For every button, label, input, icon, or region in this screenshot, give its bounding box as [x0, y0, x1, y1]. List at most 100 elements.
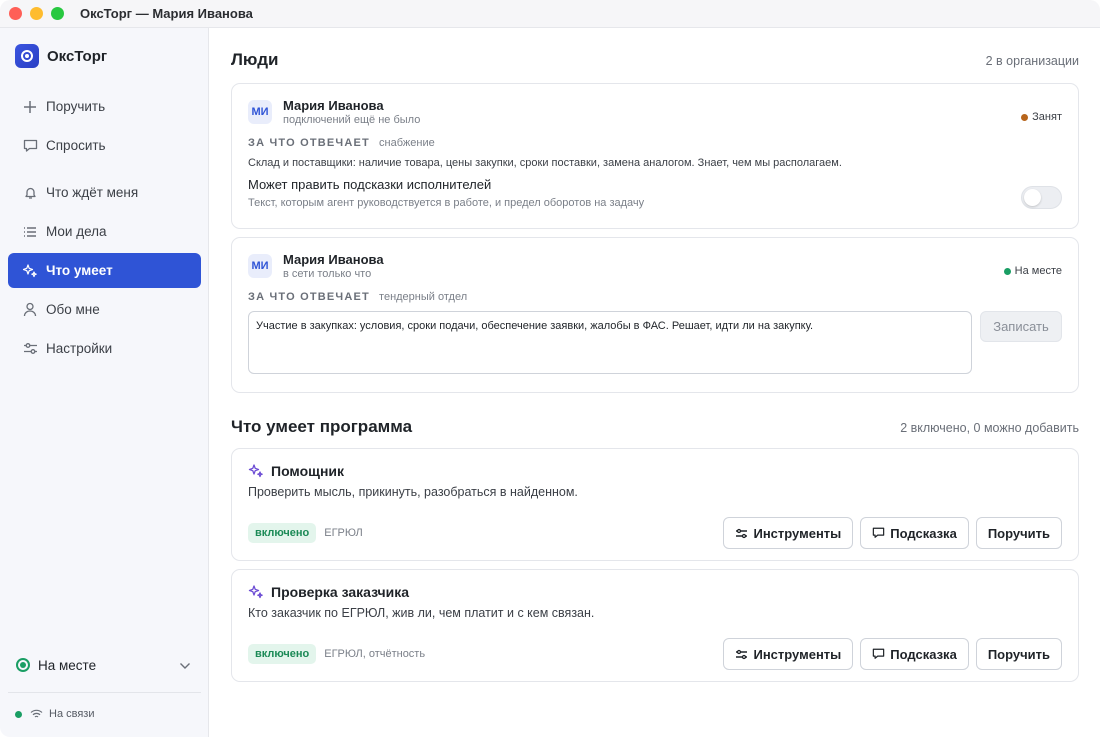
close-window-button[interactable] — [9, 7, 22, 20]
brand-logo-icon — [15, 44, 39, 68]
sidebar-item-label: Что умеет — [46, 263, 113, 278]
person-card: МИ Мария Иванова в сети только что На ме… — [231, 237, 1079, 393]
presence-icon — [16, 658, 30, 672]
hint-button-label: Подсказка — [890, 646, 957, 662]
status-dot-icon — [1021, 113, 1029, 121]
connection-status: На связи — [15, 708, 94, 720]
assign-button[interactable]: Поручить — [975, 638, 1062, 670]
list-icon — [22, 224, 38, 240]
status-badge: На месте — [1003, 265, 1062, 277]
assign-button[interactable]: Поручить — [975, 517, 1062, 549]
hint-button-label: Подсказка — [890, 525, 957, 541]
sidebar-item-settings[interactable]: Настройки — [8, 331, 201, 366]
status-badge-label: На месте — [1014, 265, 1062, 277]
user-icon — [22, 302, 38, 318]
tools-button-label: Инструменты — [753, 646, 842, 662]
status-dot-icon — [1003, 267, 1011, 275]
hint-button[interactable]: Подсказка — [860, 638, 969, 670]
responsibility-textarea[interactable]: Участие в закупках: условия, сроки подач… — [248, 311, 972, 374]
responsibility-value: тендерный отдел — [379, 291, 468, 303]
capability-tags: ЕГРЮЛ — [324, 527, 363, 539]
permission-row: Может править подсказки исполнителей Тек… — [248, 176, 1062, 209]
enabled-badge: включено — [248, 644, 317, 664]
responsibility-label: ЗА ЧТО ОТВЕЧАЕТ — [248, 137, 370, 149]
app-window: ОксТорг — Мария Иванова ОксТорг Поручить… — [0, 0, 1100, 737]
person-card: МИ Мария Иванова подключений ещё не было… — [231, 83, 1079, 229]
status-badge: Занят — [1021, 111, 1062, 123]
responsibility-label: ЗА ЧТО ОТВЕЧАЕТ — [248, 291, 370, 303]
sparkle-icon — [248, 463, 264, 479]
capability-tags: ЕГРЮЛ, отчётность — [324, 648, 426, 660]
person-connection-status: в сети только что — [283, 268, 372, 280]
sliders-icon — [735, 528, 748, 539]
bell-icon — [22, 185, 38, 201]
person-name: Мария Иванова — [283, 98, 384, 113]
people-section-header: Люди 2 в организации — [231, 50, 1079, 70]
sidebar-item-tasks[interactable]: Мои дела — [8, 214, 201, 249]
person-name: Мария Иванова — [283, 252, 384, 267]
chevron-down-icon — [179, 658, 191, 673]
wifi-icon — [30, 709, 43, 719]
sidebar-item-assign[interactable]: Поручить — [8, 89, 201, 124]
chat-icon — [872, 648, 885, 660]
save-button[interactable]: Записать — [980, 311, 1062, 342]
avatar: МИ — [248, 100, 272, 124]
main-content: Люди 2 в организации МИ Мария Иванова по… — [209, 28, 1100, 737]
avatar: МИ — [248, 254, 272, 278]
sidebar-item-waiting[interactable]: Что ждёт меня — [8, 175, 201, 210]
capability-title: Помощник — [271, 463, 345, 479]
capability-description: Проверить мысль, прикинуть, разобраться … — [248, 485, 578, 499]
capability-description: Кто заказчик по ЕГРЮЛ, жив ли, чем плати… — [248, 606, 595, 620]
presence-status-select[interactable]: На месте — [8, 650, 201, 680]
sparkle-icon — [248, 584, 264, 600]
sidebar-item-label: Мои дела — [46, 224, 107, 239]
sidebar-item-capabilities[interactable]: Что умеет — [8, 253, 201, 288]
sidebar-divider — [8, 692, 201, 693]
chat-icon — [22, 138, 38, 154]
window-controls — [9, 7, 64, 20]
permission-title: Может править подсказки исполнителей — [248, 176, 492, 192]
tools-button-label: Инструменты — [753, 525, 842, 541]
responsibility: ЗА ЧТО ОТВЕЧАЕТ снабжение — [248, 137, 1062, 149]
permission-description: Текст, которым агент руководствуется в р… — [248, 196, 645, 209]
chat-icon — [872, 527, 885, 539]
hint-button[interactable]: Подсказка — [860, 517, 969, 549]
sidebar-item-ask[interactable]: Спросить — [8, 128, 201, 163]
capabilities-section-title: Что умеет программа — [231, 417, 413, 436]
capability-card: Помощник Проверить мысль, прикинуть, раз… — [231, 448, 1079, 561]
connection-label: На связи — [49, 708, 95, 720]
capability-card: Проверка заказчика Кто заказчик по ЕГРЮЛ… — [231, 569, 1079, 682]
sliders-icon — [735, 649, 748, 660]
responsibility-value: снабжение — [379, 137, 435, 149]
title-bar: ОксТорг — Мария Иванова — [0, 0, 1100, 28]
plus-icon — [22, 99, 38, 115]
tools-button[interactable]: Инструменты — [723, 517, 854, 549]
sidebar-item-label: Обо мне — [46, 302, 100, 317]
tools-button[interactable]: Инструменты — [723, 638, 854, 670]
brand: ОксТорг — [8, 43, 201, 69]
people-section-title: Люди — [231, 50, 279, 69]
sparkle-icon — [22, 263, 38, 279]
responsibility-description: Склад и поставщики: наличие товара, цены… — [248, 157, 842, 169]
person-connection-status: подключений ещё не было — [283, 114, 421, 126]
edit-hints-toggle[interactable] — [1021, 186, 1062, 209]
capabilities-section-header: Что умеет программа 2 включено, 0 можно … — [231, 417, 1079, 437]
responsibility: ЗА ЧТО ОТВЕЧАЕТ тендерный отдел — [248, 291, 1062, 303]
enabled-badge: включено — [248, 523, 317, 543]
brand-name: ОксТорг — [47, 47, 108, 65]
sidebar-item-label: Что ждёт меня — [46, 185, 139, 200]
sliders-icon — [22, 341, 38, 357]
sidebar-item-label: Спросить — [46, 138, 106, 153]
presence-status-label: На месте — [38, 657, 97, 673]
capabilities-count: 2 включено, 0 можно добавить — [900, 421, 1079, 435]
people-count: 2 в организации — [985, 54, 1079, 68]
sidebar: ОксТорг Поручить Спросить Что ждёт меня — [0, 28, 209, 737]
sidebar-item-about-me[interactable]: Обо мне — [8, 292, 201, 327]
minimize-window-button[interactable] — [30, 7, 43, 20]
sidebar-item-label: Настройки — [46, 341, 113, 356]
sidebar-item-label: Поручить — [46, 99, 106, 114]
zoom-window-button[interactable] — [51, 7, 64, 20]
connection-dot-icon — [15, 710, 22, 718]
status-badge-label: Занят — [1032, 111, 1062, 123]
window-title: ОксТорг — Мария Иванова — [80, 6, 253, 21]
